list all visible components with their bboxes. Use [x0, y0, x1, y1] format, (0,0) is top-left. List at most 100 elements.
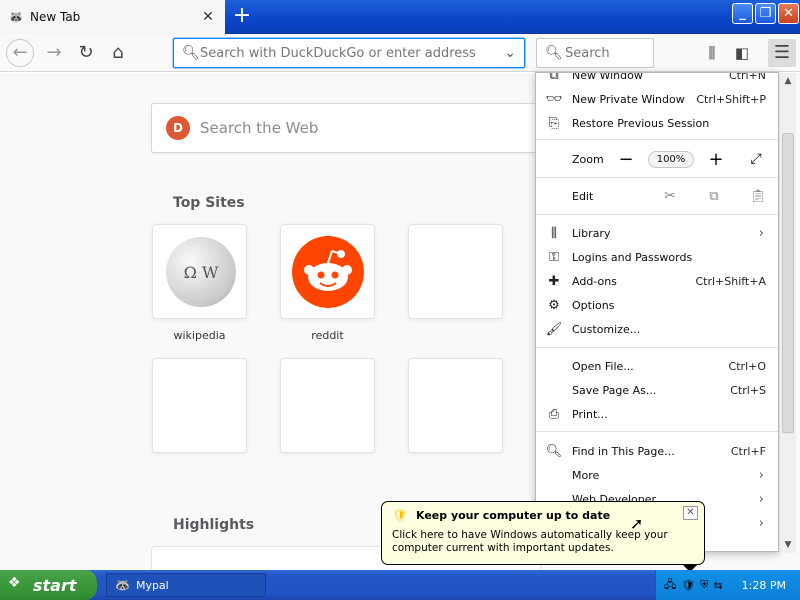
arrow-left-icon: ←: [12, 42, 28, 63]
search-icon: 🔍︎: [545, 45, 563, 61]
new-tab-button[interactable]: +: [230, 5, 254, 29]
menu-item-open-file[interactable]: Open File... Ctrl+O: [536, 354, 778, 378]
security-shield-icon[interactable]: 🛡︎: [681, 579, 695, 592]
open-menu-button[interactable]: ☰: [768, 39, 796, 67]
menu-item-logins[interactable]: ⚿ Logins and Passwords: [536, 245, 778, 269]
scrollbar-thumb[interactable]: [782, 133, 794, 433]
search-bar[interactable]: 🔍︎: [536, 38, 654, 68]
forward-button[interactable]: →: [40, 39, 68, 67]
paintbrush-icon: 🖌︎: [545, 321, 563, 337]
copy-icon[interactable]: ⧉: [704, 189, 724, 204]
desktop: 🦝 New Tab ✕ + _ ❐ ✕ ← → ↻ ⌂ 🔍︎ ⌄ 🔍︎ ⫼ ◧ …: [0, 0, 800, 600]
highlights-heading: Highlights: [173, 517, 255, 533]
mypal-favicon-icon: 🦝: [115, 578, 130, 592]
top-site-tile-empty[interactable]: [408, 224, 503, 319]
top-site-label: reddit: [311, 329, 344, 342]
hamburger-menu-icon: ☰: [773, 42, 791, 63]
top-site-tile-reddit[interactable]: [280, 224, 375, 319]
close-window-button[interactable]: ✕: [778, 3, 799, 24]
menu-item-save-page[interactable]: Save Page As... Ctrl+S: [536, 378, 778, 402]
top-site-tile-empty[interactable]: [280, 358, 375, 453]
arrow-right-icon: →: [46, 42, 62, 63]
clock: 1:28 PM: [741, 578, 786, 592]
menu-item-addons[interactable]: ✚ Add-ons Ctrl+Shift+A: [536, 269, 778, 293]
chevron-right-icon: ›: [758, 491, 764, 507]
back-button[interactable]: ←: [6, 39, 34, 67]
fullscreen-icon[interactable]: ⤢: [746, 151, 766, 167]
menu-item-find[interactable]: 🔍︎ Find in This Page... Ctrl+F: [536, 439, 778, 463]
menu-item-zoom: Zoom − 100% + ⤢: [536, 147, 778, 171]
new-window-icon: ⧉: [549, 72, 559, 83]
library-icon: ⫼: [708, 44, 716, 62]
start-button[interactable]: ❖ start: [0, 570, 97, 600]
start-label: start: [33, 575, 77, 595]
private-mask-icon: 👓︎: [545, 91, 563, 107]
mypal-favicon-icon: 🦝: [8, 10, 24, 24]
taskbar: ❖ start 🦝 Mypal 🖧 🛡︎ ⛨ ⇆ 1:28 PM: [0, 570, 800, 600]
url-input[interactable]: [200, 45, 505, 61]
search-input[interactable]: [565, 45, 645, 61]
chevron-down-icon[interactable]: ⌄: [504, 45, 516, 61]
top-site-tile-wikipedia[interactable]: Ω W: [152, 224, 247, 319]
menu-separator: [536, 431, 778, 432]
menu-item-more[interactable]: More ›: [536, 463, 778, 487]
menu-separator: [536, 177, 778, 178]
menu-scrollbar[interactable]: ▲ ▼: [779, 73, 796, 553]
network-icon[interactable]: 🖧: [664, 576, 676, 595]
zoom-level[interactable]: 100%: [648, 150, 694, 168]
sidebar-button[interactable]: ◧: [728, 39, 756, 67]
connection-icon[interactable]: ⇆: [713, 579, 722, 592]
top-site-tile-empty[interactable]: [408, 358, 503, 453]
security-alert-icon[interactable]: ⛨: [700, 578, 708, 592]
sidebar-icon: ◧: [734, 44, 750, 62]
chevron-right-icon: ›: [758, 467, 764, 483]
wikipedia-globe-icon: Ω W: [166, 237, 236, 307]
menu-item-customize[interactable]: 🖌︎ Customize...: [536, 317, 778, 341]
update-notification-balloon[interactable]: 🛡︎ Keep your computer up to date ✕ Click…: [381, 501, 705, 572]
system-tray: 🖧 🛡︎ ⛨ ⇆ 1:28 PM: [655, 570, 800, 600]
menu-item-new-private-window[interactable]: 👓︎ New Private Window Ctrl+Shift+P: [536, 87, 778, 111]
restore-session-icon: ⎘: [548, 115, 560, 131]
cut-icon[interactable]: ✂: [660, 188, 680, 204]
top-site-tile-empty[interactable]: [152, 358, 247, 453]
zoom-out-button[interactable]: −: [616, 149, 636, 170]
scroll-down-icon[interactable]: ▼: [780, 537, 796, 553]
url-bar[interactable]: 🔍︎ ⌄: [173, 38, 525, 68]
chevron-right-icon: ›: [758, 225, 764, 241]
search-icon: 🔍︎: [182, 45, 200, 61]
reload-icon: ↻: [78, 42, 94, 63]
scroll-up-icon[interactable]: ▲: [780, 73, 796, 89]
library-icon: ⫼: [551, 225, 557, 241]
search-icon: 🔍︎: [545, 443, 563, 459]
menu-item-new-window[interactable]: ⧉ New Window Ctrl+N: [536, 72, 778, 87]
tab-close-icon[interactable]: ✕: [199, 9, 217, 25]
menu-item-print[interactable]: ⎙ Print...: [536, 402, 778, 426]
key-icon: ⚿: [549, 249, 559, 265]
menu-item-options[interactable]: ⚙ Options: [536, 293, 778, 317]
balloon-close-button[interactable]: ✕: [683, 506, 698, 520]
duckduckgo-icon: D: [166, 116, 190, 140]
web-search-box[interactable]: D Search the Web: [151, 103, 571, 153]
balloon-text: Click here to have Windows automatically…: [392, 529, 668, 554]
mouse-cursor-icon: ➚: [630, 514, 644, 533]
balloon-title: Keep your computer up to date: [416, 509, 611, 522]
reload-button[interactable]: ↻: [72, 39, 100, 67]
top-site-label: wikipedia: [173, 329, 226, 342]
reddit-icon: [292, 236, 364, 308]
library-button[interactable]: ⫼: [698, 39, 726, 67]
taskbar-item-mypal[interactable]: 🦝 Mypal: [106, 573, 266, 597]
taskbar-item-label: Mypal: [135, 578, 169, 592]
app-menu-panel: ⧉ New Window Ctrl+N 👓︎ New Private Windo…: [535, 72, 779, 552]
menu-item-edit: Edit ✂ ⧉ 📋︎: [572, 188, 768, 204]
paste-icon[interactable]: 📋︎: [748, 189, 768, 204]
tab-new-tab[interactable]: 🦝 New Tab ✕: [0, 0, 225, 34]
maximize-button[interactable]: ❐: [755, 3, 776, 24]
menu-item-library[interactable]: ⫼ Library ›: [536, 221, 778, 245]
menu-separator: [536, 347, 778, 348]
navigation-toolbar: ← → ↻ ⌂ 🔍︎ ⌄ 🔍︎ ⫼ ◧ ☰: [0, 34, 800, 72]
windows-flag-icon: ❖: [8, 575, 21, 591]
home-button[interactable]: ⌂: [104, 39, 132, 67]
zoom-in-button[interactable]: +: [706, 149, 726, 170]
menu-item-restore-session[interactable]: ⎘ Restore Previous Session: [536, 111, 778, 135]
minimize-button[interactable]: _: [732, 3, 753, 24]
